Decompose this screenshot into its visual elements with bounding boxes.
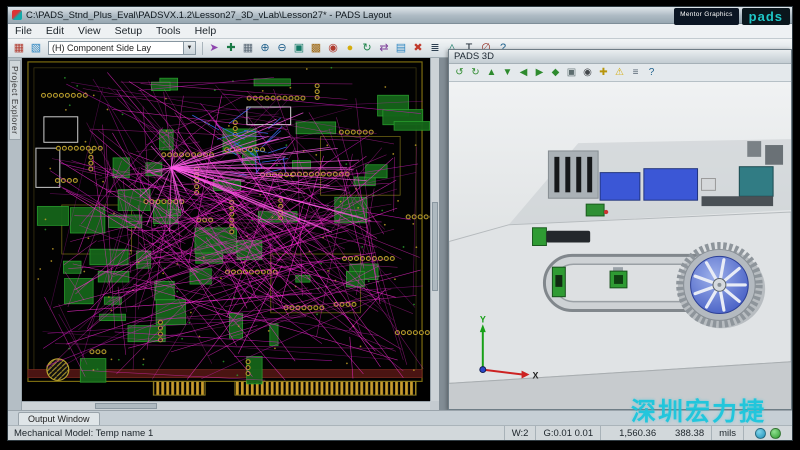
mounting-hole xyxy=(47,359,69,381)
rotate-right-icon[interactable]: ↻ xyxy=(468,65,483,80)
layers-icon[interactable]: ▤ xyxy=(393,41,409,56)
units-indicator[interactable]: mils xyxy=(711,426,743,440)
pcb-layout-canvas[interactable] xyxy=(22,58,439,410)
view-top-icon[interactable]: ▲ xyxy=(484,65,499,80)
app-icon xyxy=(12,10,22,20)
view-right-icon[interactable]: ▶ xyxy=(532,65,547,80)
cursor-coordinates: 1,560.36 388.38 xyxy=(600,426,711,440)
pads-3d-toolbar: ↺↻▲▼◀▶◆▣◉✚⚠≡? xyxy=(449,64,791,82)
menu-edit[interactable]: Edit xyxy=(39,25,71,37)
width-status: W:2 xyxy=(504,426,536,440)
output-window-tab[interactable]: Output Window xyxy=(18,412,100,425)
route-icon[interactable]: ➤ xyxy=(206,41,222,56)
vertical-scrollbar[interactable] xyxy=(430,58,439,401)
menu-help[interactable]: Help xyxy=(188,25,224,37)
toolbar-separator xyxy=(202,42,203,55)
session-status-icon[interactable] xyxy=(770,428,781,439)
menu-setup[interactable]: Setup xyxy=(108,25,149,37)
rotate-icon[interactable]: ↻ xyxy=(359,41,375,56)
add-trace-icon[interactable]: ✚ xyxy=(223,41,239,56)
mirror-icon[interactable]: ⇄ xyxy=(376,41,392,56)
pads-3d-viewport[interactable]: Y X xyxy=(449,82,791,409)
pads-layout-window: C:\PADS_Stnd_Plus_Eval\PADSVX.1.2\Lesson… xyxy=(7,6,793,441)
pad-icon[interactable]: ● xyxy=(342,41,358,56)
pads-3d-panel: PADS 3D ↺↻▲▼◀▶◆▣◉✚⚠≡? xyxy=(448,49,792,410)
via-icon[interactable]: ◉ xyxy=(325,41,341,56)
zoom-in-icon[interactable]: ⊕ xyxy=(257,41,273,56)
settings-icon[interactable]: ≡ xyxy=(628,65,643,80)
menu-view[interactable]: View xyxy=(71,25,108,37)
grid-status: G:0.01 0.01 xyxy=(535,426,600,440)
cursor-x: 1,560.36 xyxy=(608,428,656,439)
pads-3d-title: PADS 3D xyxy=(454,51,494,62)
grid-icon[interactable]: ▦ xyxy=(240,41,256,56)
scrollbar-corner xyxy=(430,401,439,410)
left-tab-strip: Project Explorer xyxy=(8,58,22,410)
pads-logo: pads xyxy=(742,8,790,25)
mentor-graphics-logo: Mentor Graphics xyxy=(674,8,739,25)
view-left-icon[interactable]: ◀ xyxy=(516,65,531,80)
axis-x-label: X xyxy=(533,371,539,381)
drc-icon[interactable]: ✖ xyxy=(410,41,426,56)
window-title: C:\PADS_Stnd_Plus_Eval\PADSVX.1.2\Lesson… xyxy=(26,10,391,21)
cursor-y: 388.38 xyxy=(656,428,704,439)
mechanical-model-status: Mechanical Model: Temp name 1 xyxy=(8,428,153,439)
menu-file[interactable]: File xyxy=(8,25,39,37)
pads-3d-title-bar: PADS 3D xyxy=(449,50,791,64)
watermark-text: 深圳宏力捷 xyxy=(631,392,766,428)
axis-y-label: Y xyxy=(480,314,486,324)
edge-connector-short xyxy=(153,381,205,395)
board-fit-icon[interactable]: ▣ xyxy=(291,41,307,56)
drc-status-icon[interactable] xyxy=(755,428,766,439)
view-bottom-icon[interactable]: ▼ xyxy=(500,65,515,80)
layer-display-icon[interactable]: ▧ xyxy=(28,41,44,56)
selection-filter-icon[interactable]: ▦ xyxy=(11,41,27,56)
warning-icon[interactable]: ⚠ xyxy=(612,65,627,80)
chevron-down-icon[interactable]: ▼ xyxy=(183,42,195,54)
copper-pour-icon[interactable]: ▩ xyxy=(308,41,324,56)
measure-3d-icon[interactable]: ✚ xyxy=(596,65,611,80)
layer-selector-dropdown[interactable]: (H) Component Side Lay ▼ xyxy=(48,41,196,55)
layer-selector-value: (H) Component Side Lay xyxy=(49,43,183,53)
pads-3d-scene: Y X xyxy=(449,82,791,409)
workspace: Project Explorer xyxy=(8,58,792,410)
zoom-fit-icon[interactable]: ▣ xyxy=(564,65,579,80)
zoom-out-icon[interactable]: ⊖ xyxy=(274,41,290,56)
pcb-artwork xyxy=(22,58,430,401)
rotate-left-icon[interactable]: ↺ xyxy=(452,65,467,80)
status-icons xyxy=(743,426,788,440)
menu-bar: FileEditViewSetupToolsHelp xyxy=(8,24,792,39)
horizontal-scroll-thumb[interactable] xyxy=(95,403,156,409)
horizontal-scrollbar[interactable] xyxy=(22,401,430,410)
toolbar-left-group: ▦▧ xyxy=(11,41,44,56)
vertical-scroll-thumb[interactable] xyxy=(432,202,438,291)
video-frame: C:\PADS_Stnd_Plus_Eval\PADSVX.1.2\Lesson… xyxy=(0,0,800,450)
menu-tools[interactable]: Tools xyxy=(149,25,188,37)
snapshot-icon[interactable]: ◉ xyxy=(580,65,595,80)
help-3d-icon[interactable]: ? xyxy=(644,65,659,80)
panel-splitter[interactable] xyxy=(439,58,448,410)
title-bar: C:\PADS_Stnd_Plus_Eval\PADSVX.1.2\Lesson… xyxy=(8,7,792,24)
brand-logos: Mentor Graphics pads xyxy=(674,8,790,25)
netlist-icon[interactable]: ≣ xyxy=(427,41,443,56)
iso-view-icon[interactable]: ◆ xyxy=(548,65,563,80)
project-explorer-tab[interactable]: Project Explorer xyxy=(9,60,21,140)
